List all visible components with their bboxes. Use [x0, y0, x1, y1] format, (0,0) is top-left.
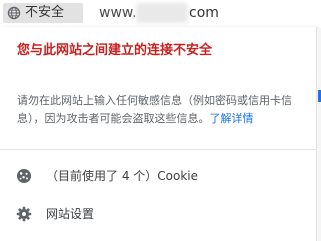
site-info-popup: 您与此网站之间建立的连接不安全 请勿在此网站上输入任何敏感信息（例如密码或信用卡…: [0, 27, 317, 241]
address-bar: 不安全 www. com: [0, 0, 321, 28]
learn-more-link[interactable]: 了解详情: [210, 112, 254, 125]
url-suffix[interactable]: com: [189, 4, 219, 22]
page-edge: [317, 28, 321, 241]
globe-icon: [7, 6, 21, 20]
browser-window: 不安全 www. com 您与此网站之间建立的连接不安全 请勿在此网站上输入任何…: [0, 0, 321, 241]
gear-icon: [16, 206, 32, 222]
popup-body: 请勿在此网站上输入任何敏感信息（例如密码或信用卡信息），因为攻击者可能会盗取这些…: [17, 92, 307, 128]
cookie-icon: [17, 169, 31, 183]
popup-heading: 您与此网站之间建立的连接不安全: [17, 43, 213, 58]
cookies-row[interactable]: （目前使用了 4 个）Cookie: [0, 162, 316, 190]
divider: [0, 149, 316, 150]
cookies-label: （目前使用了 4 个）Cookie: [46, 169, 198, 183]
security-indicator-button[interactable]: 不安全: [3, 3, 83, 23]
site-settings-label: 网站设置: [46, 207, 95, 221]
security-label: 不安全: [25, 5, 65, 20]
url-redacted-domain: [136, 3, 188, 23]
url-prefix[interactable]: www.: [99, 4, 137, 22]
site-settings-row[interactable]: 网站设置: [0, 200, 316, 228]
